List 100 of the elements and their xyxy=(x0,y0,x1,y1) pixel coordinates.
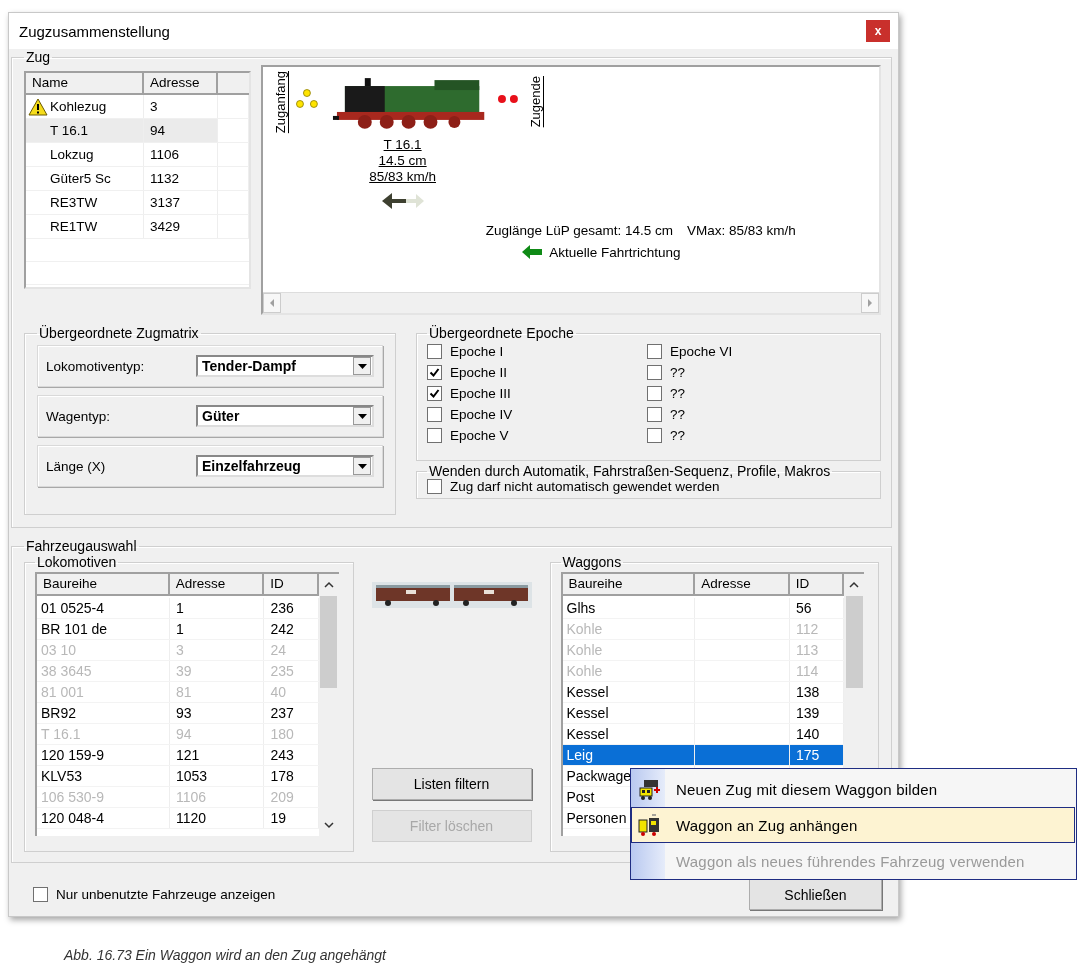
list-row[interactable]: 120 048-4 1120 19 xyxy=(37,808,319,829)
table-cell: 1 xyxy=(169,619,265,639)
checkbox[interactable] xyxy=(647,344,662,359)
left-arrow-icon xyxy=(521,244,544,261)
group-label: Lokomotiven xyxy=(36,554,118,570)
table-cell: 1106 xyxy=(169,787,265,807)
table-cell: Leig xyxy=(562,745,696,765)
checkbox-label: ?? xyxy=(670,407,686,422)
checkbox[interactable] xyxy=(427,365,442,380)
dropdown[interactable]: Tender-Dampf xyxy=(196,355,374,377)
table-cell: 81 001 xyxy=(37,682,170,702)
checkbox[interactable] xyxy=(427,407,442,422)
close-button[interactable]: x xyxy=(866,20,890,42)
checkbox[interactable] xyxy=(647,428,662,443)
field-label: Lokomotiventyp: xyxy=(46,358,145,374)
column-header[interactable]: Baureihe xyxy=(562,574,696,594)
list-row[interactable]: Lokzug 1106 xyxy=(26,143,249,167)
check-mark-icon xyxy=(429,367,440,378)
max-speed-text: VMax: 85/83 km/h xyxy=(687,223,796,239)
vehicle-speed: 85/83 km/h xyxy=(369,169,436,186)
table-cell: 38 3645 xyxy=(37,661,170,681)
dropdown[interactable]: Einzelfahrzeug xyxy=(196,455,374,477)
table-cell: 93 xyxy=(169,703,265,723)
checkbox[interactable] xyxy=(647,407,662,422)
table-cell: 242 xyxy=(264,619,319,639)
horizontal-scrollbar[interactable] xyxy=(262,292,879,313)
list-row[interactable]: Kessel 139 xyxy=(562,703,844,724)
filter-button[interactable]: Listen filtern xyxy=(371,768,532,800)
direction-label: Aktuelle Fahrtrichtung xyxy=(549,244,681,260)
table-cell: T 16.1 xyxy=(50,123,89,138)
field-label: Wagentyp: xyxy=(46,408,111,424)
column-header[interactable]: Adresse xyxy=(144,73,218,93)
column-header[interactable]: Name xyxy=(26,73,144,93)
column-header[interactable]: Adresse xyxy=(169,574,265,594)
table-cell: 01 0525-4 xyxy=(37,598,170,618)
checkbox-label: Epoche III xyxy=(450,386,511,401)
table-cell: 3 xyxy=(144,95,218,118)
scroll-thumb[interactable] xyxy=(845,596,863,688)
table-cell: 1106 xyxy=(144,143,218,166)
list-row[interactable]: BR 101 de 1 242 xyxy=(37,619,319,640)
column-header[interactable]: Baureihe xyxy=(37,574,170,594)
checkbox[interactable] xyxy=(427,386,442,401)
table-cell: 03 10 xyxy=(37,640,170,660)
list-row[interactable]: RE3TW 3137 xyxy=(26,191,249,215)
checkbox[interactable] xyxy=(647,386,662,401)
list-row[interactable]: 120 159-9 121 243 xyxy=(37,745,319,766)
check-mark-icon xyxy=(429,388,440,399)
list-row[interactable]: Güter5 Sc 1132 xyxy=(26,167,249,191)
table-cell: 94 xyxy=(169,724,265,744)
train-start-label: Zuganfang xyxy=(272,71,288,134)
list-row[interactable]: Kessel 138 xyxy=(562,682,844,703)
scroll-thumb[interactable] xyxy=(320,596,337,688)
table-cell: Glhs xyxy=(562,598,696,618)
table-cell: Kohle xyxy=(562,640,696,660)
group-label: Wenden durch Automatik, Fahrstraßen-Sequenz, Profile, Makros xyxy=(428,463,832,479)
list-row[interactable]: Glhs 56 xyxy=(562,598,844,619)
checkbox-label: Epoche II xyxy=(450,365,508,380)
checkbox[interactable] xyxy=(427,479,442,494)
dropdown-arrow-icon xyxy=(357,463,367,469)
group-label: Zug xyxy=(25,49,52,65)
table-cell: 81 xyxy=(169,682,265,702)
list-row[interactable]: Leig 175 xyxy=(562,745,844,766)
close-dialog-button[interactable]: Schließen xyxy=(749,879,882,910)
table-cell: RE1TW xyxy=(50,219,98,234)
vehicle-name[interactable]: T 16.1 xyxy=(383,137,422,154)
table-cell: KLV53 xyxy=(37,766,170,786)
dropdown-arrow-icon xyxy=(357,363,367,369)
column-header[interactable]: Adresse xyxy=(695,574,790,594)
train-end-label: Zugende xyxy=(527,76,543,128)
table-cell: Kohle xyxy=(562,661,696,681)
figure-caption: Abb. 16.73 Ein Waggon wird an den Zug angehängt xyxy=(64,947,388,963)
train-length-text: Zuglänge LüP gesamt: 14.5 cm xyxy=(485,223,674,239)
checkbox-label: Epoche IV xyxy=(450,407,513,422)
checkbox-label: Nur unbenutzte Fahrzeuge anzeigen xyxy=(56,887,276,902)
checkbox[interactable] xyxy=(647,365,662,380)
menu-item[interactable]: Waggon an Zug anhängen xyxy=(631,807,1075,843)
window-title: Zugzusammenstellung xyxy=(19,22,170,40)
checkbox-label: ?? xyxy=(670,428,686,443)
table-cell: Lokzug xyxy=(50,147,94,162)
list-row[interactable]: KLV53 1053 178 xyxy=(37,766,319,787)
checkbox[interactable] xyxy=(33,887,48,902)
group-label: Fahrzeugauswahl xyxy=(25,538,138,554)
checkbox[interactable] xyxy=(427,428,442,443)
table-cell: 1053 xyxy=(169,766,265,786)
table-cell: 120 159-9 xyxy=(37,745,170,765)
table-cell: BR 101 de xyxy=(37,619,170,639)
table-cell: Kessel xyxy=(562,682,696,702)
table-cell: 209 xyxy=(264,787,319,807)
checkbox-label: Zug darf nicht automatisch gewendet werden xyxy=(450,479,720,494)
table-cell: 178 xyxy=(264,766,319,786)
table-cell: 1120 xyxy=(169,808,265,828)
table-cell: Kohle xyxy=(562,619,696,639)
vehicle-length: 14.5 cm xyxy=(378,153,427,170)
signal-lights-icon xyxy=(293,88,320,111)
table-cell: T 16.1 xyxy=(37,724,170,744)
checkbox[interactable] xyxy=(427,344,442,359)
list-row[interactable]: BR92 93 237 xyxy=(37,703,319,724)
list-row[interactable]: 01 0525-4 1 236 xyxy=(37,598,319,619)
table-cell: 39 xyxy=(169,661,265,681)
dropdown[interactable]: Güter xyxy=(196,405,374,427)
